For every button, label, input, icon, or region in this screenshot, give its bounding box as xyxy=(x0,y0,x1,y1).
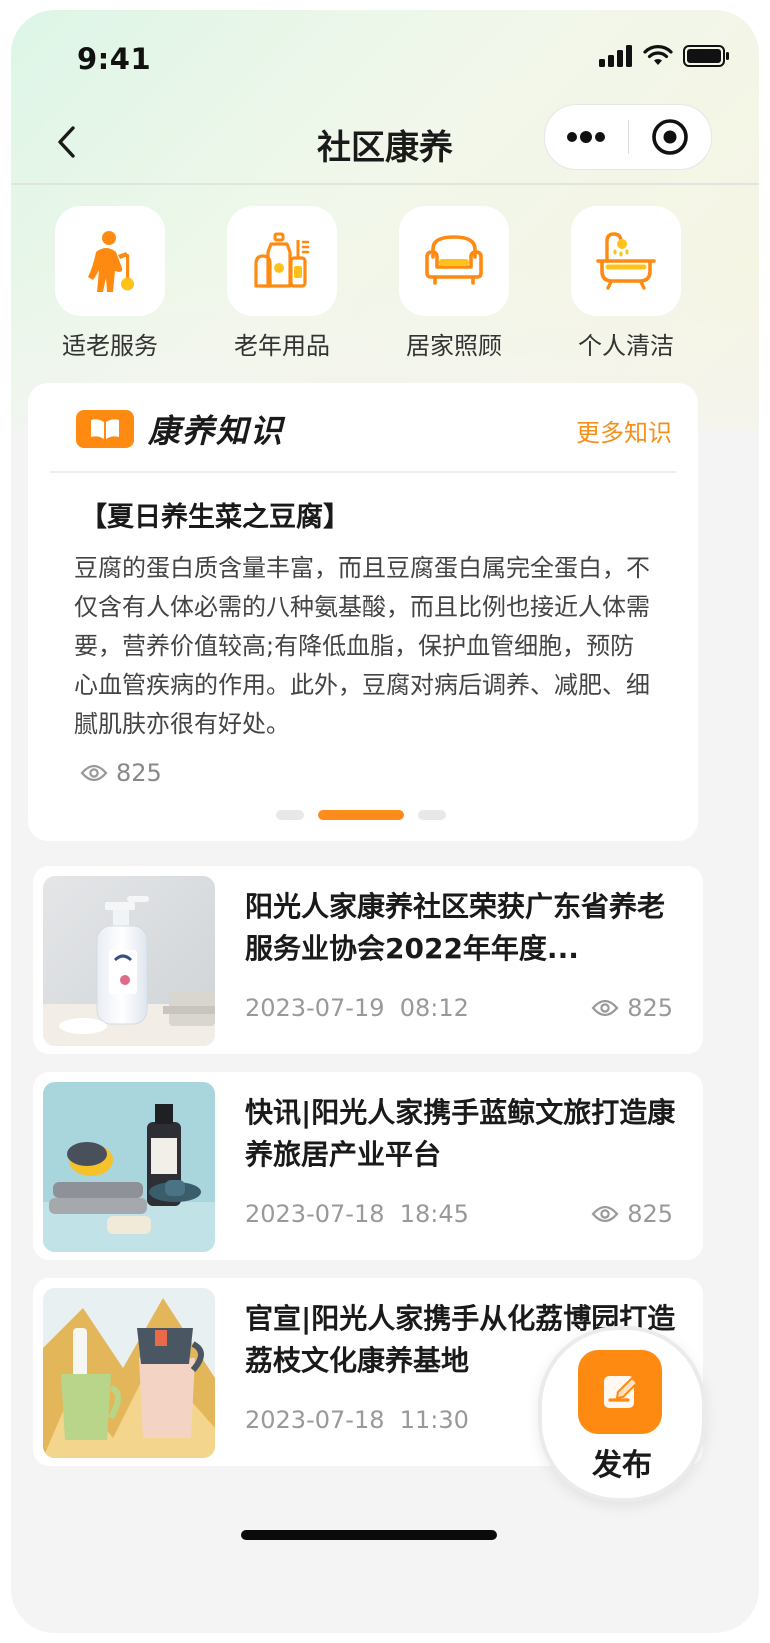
target-close-icon xyxy=(651,119,688,155)
news-title: 快讯|阳光人家携手蓝鲸文旅打造康养旅居产业平台 xyxy=(245,1096,676,1171)
publish-label: 发布 xyxy=(592,1448,652,1483)
home-indicator[interactable] xyxy=(241,1530,497,1540)
wifi-icon xyxy=(643,45,673,65)
category-tile xyxy=(571,206,681,316)
signal-icon xyxy=(599,45,632,67)
eye-icon xyxy=(80,764,108,782)
news-time: 18:45 xyxy=(399,1200,469,1228)
news-date: 2023-07-18 xyxy=(245,1200,385,1228)
category-tile xyxy=(227,206,337,316)
news-meta: 2023-07-18 18:45 825 xyxy=(245,1200,673,1228)
category-elderly-service[interactable]: 适老服务 xyxy=(45,206,175,361)
news-datetime: 2023-07-19 08:12 xyxy=(245,994,469,1022)
nav-bar: 社区康养 xyxy=(11,100,759,188)
news-views: 825 xyxy=(591,994,673,1022)
article-title[interactable]: 【夏日养生菜之豆腐】 xyxy=(80,495,350,534)
news-date: 2023-07-19 xyxy=(245,994,385,1022)
more-knowledge-link[interactable]: 更多知识 xyxy=(576,413,672,448)
category-elderly-products[interactable]: 老年用品 xyxy=(217,206,347,361)
category-tile xyxy=(399,206,509,316)
category-home-care[interactable]: 居家照顾 xyxy=(389,206,519,361)
category-grid: 适老服务 老年用品 居家照顾 个人清洁 xyxy=(11,206,759,366)
bottles-icon xyxy=(254,232,310,288)
eye-icon xyxy=(591,1205,619,1223)
publish-button[interactable]: 发布 xyxy=(538,1326,706,1502)
close-program-button[interactable] xyxy=(629,105,712,169)
carousel-indicator xyxy=(276,810,446,820)
news-thumbnail-soap-bottle xyxy=(43,876,215,1046)
nav-divider xyxy=(11,183,759,185)
bathtub-icon xyxy=(596,232,656,290)
carousel-dot[interactable] xyxy=(418,810,446,820)
category-label: 居家照顾 xyxy=(406,332,502,360)
category-tile xyxy=(55,206,165,316)
news-item[interactable]: 快讯|阳光人家携手蓝鲸文旅打造康养旅居产业平台 2023-07-18 18:45… xyxy=(33,1072,703,1260)
more-menu-button[interactable] xyxy=(545,105,628,169)
edit-note-icon xyxy=(578,1350,662,1434)
news-title: 阳光人家康养社区荣获广东省养老服务业协会2022年年度... xyxy=(245,890,666,965)
status-time: 9:41 xyxy=(77,42,152,76)
news-thumbnail-cups xyxy=(43,1288,215,1458)
news-meta: 2023-07-19 08:12 825 xyxy=(245,994,673,1022)
carousel-dot[interactable] xyxy=(276,810,304,820)
mini-program-capsule xyxy=(544,104,712,170)
sofa-icon xyxy=(425,235,483,285)
category-label: 个人清洁 xyxy=(578,332,674,360)
category-label: 适老服务 xyxy=(62,332,158,360)
battery-icon xyxy=(683,45,729,67)
news-item[interactable]: 阳光人家康养社区荣获广东省养老服务业协会2022年年度... 2023-07-1… xyxy=(33,866,703,1054)
phone-screen: 9:41 社区康养 适老服务 老年用品 居家照顾 个人清洁 康养知识 更多知识 … xyxy=(11,10,759,1633)
news-time: 08:12 xyxy=(399,994,469,1022)
views-count: 825 xyxy=(627,994,673,1022)
news-thumbnail-bath-products xyxy=(43,1082,215,1252)
news-datetime: 2023-07-18 11:30 xyxy=(245,1406,469,1434)
knowledge-title: 康养知识 xyxy=(148,412,285,450)
eye-icon xyxy=(591,999,619,1017)
views-count: 825 xyxy=(627,1200,673,1228)
carousel-dot-active[interactable] xyxy=(318,810,404,820)
views-count: 825 xyxy=(116,759,162,787)
more-dots-icon xyxy=(567,131,606,143)
knowledge-card: 康养知识 更多知识 【夏日养生菜之豆腐】 豆腐的蛋白质含量丰富，而且豆腐蛋白属完… xyxy=(28,383,698,841)
news-datetime: 2023-07-18 18:45 xyxy=(245,1200,469,1228)
knowledge-divider xyxy=(50,471,676,473)
knowledge-header: 康养知识 xyxy=(76,409,285,450)
article-body: 豆腐的蛋白质含量丰富，而且豆腐蛋白属完全蛋白，不仅含有人体必需的八种氨基酸，而且… xyxy=(74,554,650,738)
category-personal-cleaning[interactable]: 个人清洁 xyxy=(561,206,691,361)
news-date: 2023-07-18 xyxy=(245,1406,385,1434)
news-time: 11:30 xyxy=(399,1406,469,1434)
news-views: 825 xyxy=(591,1200,673,1228)
elderly-person-icon xyxy=(88,231,134,292)
status-icons xyxy=(599,44,729,68)
book-icon xyxy=(76,410,134,448)
article-views: 825 xyxy=(80,759,162,787)
category-label: 老年用品 xyxy=(234,332,330,360)
